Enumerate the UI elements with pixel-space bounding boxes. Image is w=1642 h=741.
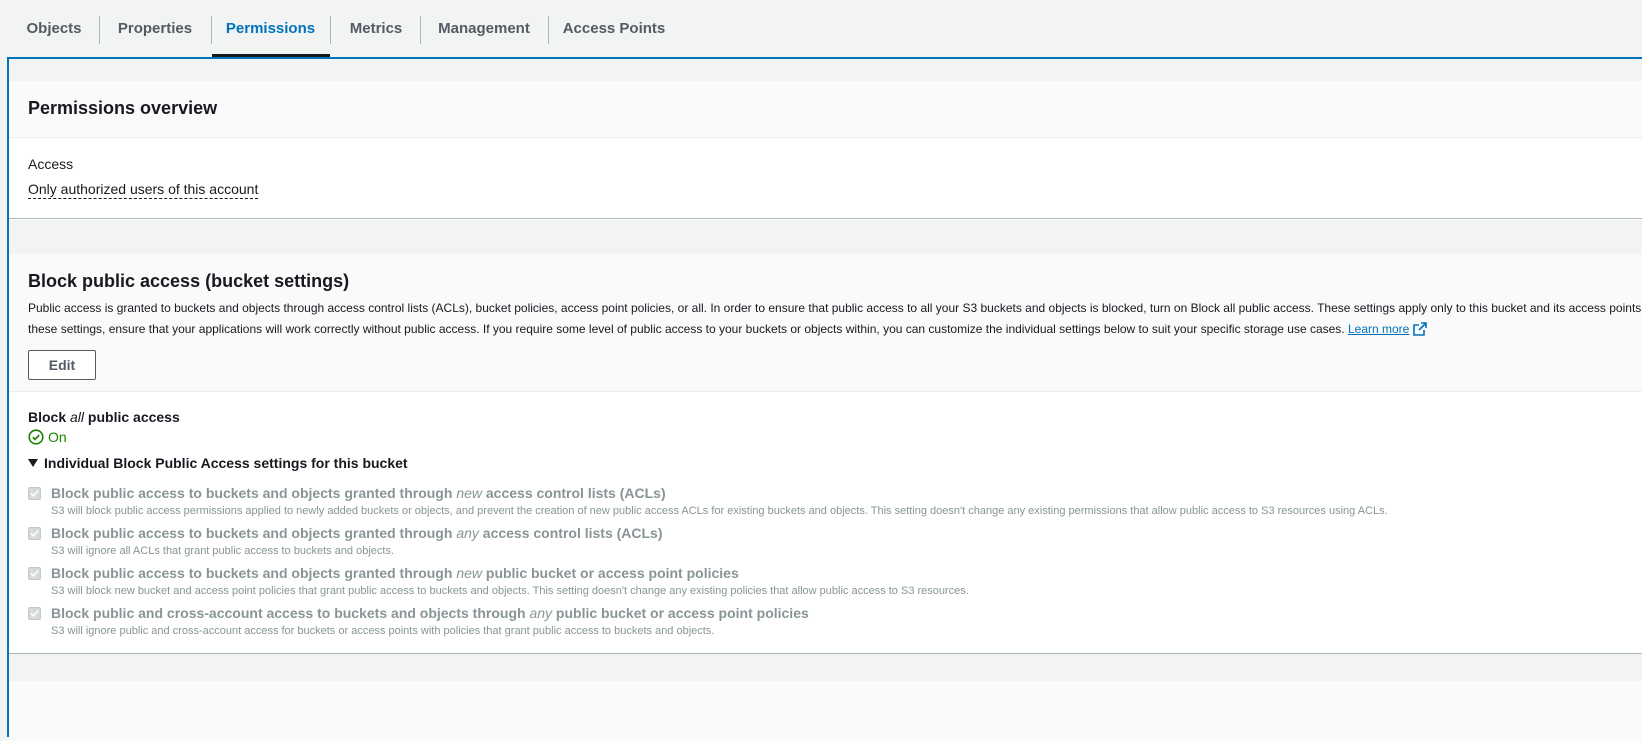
- description-text: these settings, ensure that your applica…: [28, 322, 1345, 336]
- access-value[interactable]: Only authorized users of this account: [28, 181, 259, 199]
- block-all-public-access-label: Block all public access: [28, 409, 180, 425]
- tab-bar: Objects Properties Permissions Metrics M…: [0, 0, 1642, 58]
- edit-button[interactable]: Edit: [28, 350, 96, 380]
- section-spacer: [9, 653, 1642, 681]
- tab-permissions[interactable]: Permissions: [218, 14, 323, 44]
- setting-title: Block public access to buckets and objec…: [51, 565, 739, 581]
- setting-description: S3 will ignore public and cross-account …: [51, 625, 715, 637]
- setting-title: Block public access to buckets and objec…: [51, 525, 663, 541]
- permissions-overview-header: Permissions overview: [9, 81, 1642, 138]
- expander-label: Individual Block Public Access settings …: [44, 455, 408, 471]
- setting-description: S3 will block public access permissions …: [51, 505, 1388, 517]
- permissions-panel: Permissions overview Access Only authori…: [7, 57, 1642, 741]
- tab-access-points[interactable]: Access Points: [560, 14, 668, 44]
- individual-settings-expander[interactable]: Individual Block Public Access settings …: [28, 455, 408, 471]
- tab-divider: [99, 16, 100, 44]
- description-line: these settings, ensure that your applica…: [28, 319, 1642, 340]
- caret-down-icon: [28, 459, 38, 467]
- tab-properties[interactable]: Properties: [110, 14, 200, 44]
- setting-description: S3 will ignore all ACLs that grant publi…: [51, 545, 395, 557]
- block-public-access-title: Block public access (bucket settings): [28, 271, 350, 291]
- tab-divider: [420, 16, 421, 44]
- description-line: Public access is granted to buckets and …: [28, 301, 1642, 315]
- checkbox-checked-icon[interactable]: [28, 567, 41, 580]
- block-all-status: On: [28, 429, 67, 445]
- block-public-access-description: Public access is granted to buckets and …: [28, 298, 1642, 340]
- status-on-text: On: [48, 429, 67, 445]
- external-link-icon[interactable]: [1413, 322, 1428, 336]
- block-public-access-body: Block all public access On Individual Bl…: [9, 393, 1642, 653]
- section-spacer: [9, 220, 1642, 254]
- tab-metrics[interactable]: Metrics: [340, 14, 412, 44]
- checkbox-checked-icon[interactable]: [28, 487, 41, 500]
- tab-divider: [330, 16, 331, 44]
- setting-title: Block public and cross-account access to…: [51, 605, 809, 621]
- block-all-pre: Block: [28, 409, 67, 425]
- block-all-post: public access: [87, 409, 180, 425]
- block-all-emphasis: all: [70, 409, 85, 425]
- tab-divider: [548, 16, 549, 44]
- block-public-access-header: Block public access (bucket settings) Pu…: [9, 254, 1642, 392]
- tab-objects[interactable]: Objects: [18, 14, 90, 44]
- panel-spacer: [9, 59, 1642, 81]
- checkbox-checked-icon[interactable]: [28, 527, 41, 540]
- setting-description: S3 will block new bucket and access poin…: [51, 585, 969, 597]
- checkbox-checked-icon[interactable]: [28, 607, 41, 620]
- tab-divider: [211, 16, 212, 44]
- tab-management[interactable]: Management: [430, 14, 538, 44]
- learn-more-link[interactable]: Learn more: [1348, 322, 1409, 336]
- check-circle-icon: [28, 429, 44, 445]
- setting-title: Block public access to buckets and objec…: [51, 485, 666, 501]
- permissions-overview-title: Permissions overview: [28, 98, 218, 118]
- permissions-overview-body: Access Only authorized users of this acc…: [9, 139, 1642, 219]
- access-label: Access: [28, 156, 74, 172]
- next-section: [9, 681, 1642, 741]
